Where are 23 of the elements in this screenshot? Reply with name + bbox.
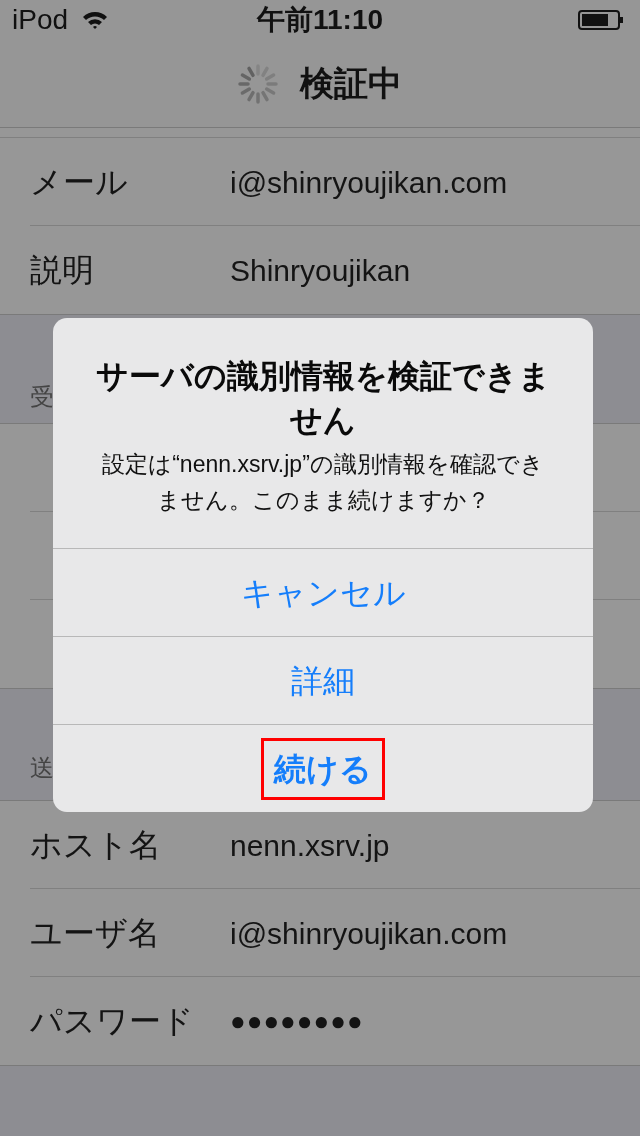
field-value[interactable]: nenn.xsrv.jp <box>230 822 390 868</box>
field-value[interactable]: i@shinryoujikan.com <box>230 910 508 956</box>
alert-button[interactable]: 続ける <box>264 740 382 797</box>
section-header: 送 <box>30 753 54 783</box>
alert-button[interactable]: 詳細 <box>281 652 365 709</box>
field-label: メール <box>30 163 128 202</box>
alert-title: サーバの識別情報を検証できません <box>94 357 552 440</box>
password-value[interactable]: ●●●●●●●● <box>230 1001 364 1041</box>
field-value[interactable]: Shinryoujikan <box>230 247 411 293</box>
wifi-icon <box>82 10 109 30</box>
battery-icon <box>578 10 624 30</box>
field-label: 説明 <box>30 251 94 290</box>
field-label: パスワード <box>30 1002 194 1041</box>
loading-spinner-icon <box>238 63 278 104</box>
clock-time: 午前11:10 <box>256 6 384 34</box>
device-name: iPod <box>12 6 69 34</box>
nav-title: 検証中 <box>300 63 402 104</box>
field-label: ユーザ名 <box>30 914 160 953</box>
alert-message: 設定は“nenn.xsrv.jp”の識別情報を確認できません。このまま続けますか？ <box>101 450 545 515</box>
section-header: 受 <box>30 382 54 412</box>
alert-button[interactable]: キャンセル <box>230 564 416 621</box>
field-label: ホスト名 <box>30 826 161 865</box>
field-value[interactable]: i@shinryoujikan.com <box>230 159 508 205</box>
